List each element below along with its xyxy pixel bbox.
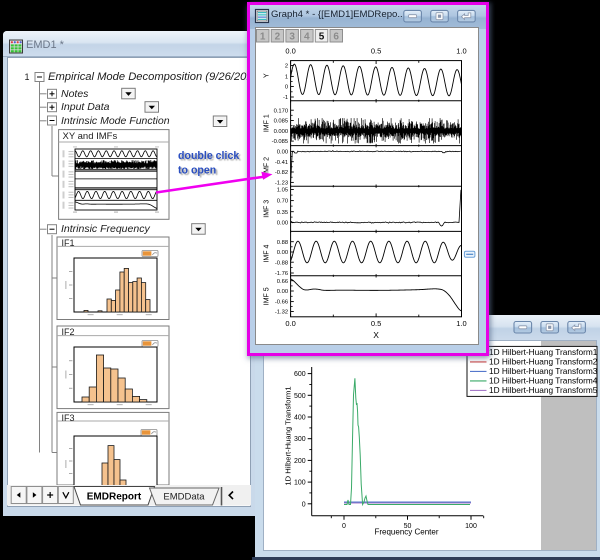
svg-text:0.00: 0.00: [277, 150, 288, 156]
svg-text:1: 1: [260, 32, 266, 43]
svg-text:1D Hilbert-Huang Transform1: 1D Hilbert-Huang Transform1: [284, 386, 293, 485]
svg-text:-1.23: -1.23: [275, 181, 288, 187]
svg-text:EMDReport: EMDReport: [87, 492, 142, 503]
svg-text:-0.82: -0.82: [275, 170, 288, 176]
svg-text:3: 3: [289, 32, 295, 43]
svg-text:100: 100: [465, 523, 477, 530]
svg-text:5: 5: [319, 32, 325, 43]
svg-text:0.70: 0.70: [277, 199, 288, 205]
svg-text:0: 0: [285, 85, 288, 91]
svg-text:1D Hilbert-Huang Transform1: 1D Hilbert-Huang Transform1: [489, 347, 598, 357]
svg-text:0.00: 0.00: [277, 289, 288, 295]
svg-text:0.085: 0.085: [274, 119, 289, 125]
svg-text:-1.76: -1.76: [275, 271, 288, 277]
svg-text:200: 200: [294, 458, 306, 465]
svg-text:500: 500: [294, 393, 306, 400]
svg-text:6: 6: [333, 32, 339, 43]
svg-text:0.5: 0.5: [371, 319, 381, 328]
svg-text:X: X: [373, 330, 379, 340]
svg-text:IMF 4: IMF 4: [264, 245, 271, 263]
svg-text:600: 600: [294, 371, 306, 378]
svg-text:0.35: 0.35: [277, 210, 288, 216]
svg-text:IMF 1: IMF 1: [264, 114, 271, 132]
svg-text:IMF 3: IMF 3: [264, 200, 271, 218]
svg-text:1: 1: [285, 75, 288, 81]
svg-text:-1.32: -1.32: [275, 310, 288, 316]
svg-text:-0.66: -0.66: [275, 300, 288, 306]
svg-text:IMF 5: IMF 5: [264, 287, 271, 305]
svg-text:1D Hilbert-Huang Transform2: 1D Hilbert-Huang Transform2: [489, 357, 598, 367]
svg-text:0.5: 0.5: [371, 47, 381, 56]
svg-text:1.0: 1.0: [456, 47, 466, 56]
svg-text:300: 300: [294, 436, 306, 443]
svg-text:EMDData: EMDData: [163, 492, 205, 503]
svg-text:0.000: 0.000: [274, 129, 289, 135]
svg-text:0.0: 0.0: [285, 47, 295, 56]
svg-text:400: 400: [294, 415, 306, 422]
svg-text:2: 2: [275, 32, 281, 43]
svg-text:-0.41: -0.41: [275, 160, 288, 166]
svg-text:1D Hilbert-Huang Transform3: 1D Hilbert-Huang Transform3: [489, 366, 598, 376]
svg-text:0.00: 0.00: [277, 221, 288, 227]
svg-text:1.05: 1.05: [277, 188, 288, 194]
svg-text:0: 0: [302, 501, 306, 508]
svg-text:4: 4: [304, 32, 310, 43]
svg-text:0.170: 0.170: [274, 108, 289, 114]
svg-text:-1: -1: [283, 95, 288, 101]
svg-text:IMF 2: IMF 2: [264, 157, 271, 175]
svg-text:0.0: 0.0: [285, 319, 295, 328]
svg-text:-0.085: -0.085: [272, 139, 288, 145]
svg-text:Y: Y: [264, 73, 271, 78]
svg-text:100: 100: [294, 480, 306, 487]
svg-text:1D Hilbert-Huang Transform4: 1D Hilbert-Huang Transform4: [489, 376, 598, 386]
svg-text:0.00: 0.00: [277, 250, 288, 256]
svg-text:-0.88: -0.88: [275, 260, 288, 266]
svg-text:1.0: 1.0: [456, 319, 466, 328]
svg-text:2: 2: [285, 64, 288, 70]
svg-text:1D Hilbert-Huang Transform5: 1D Hilbert-Huang Transform5: [489, 385, 598, 395]
svg-text:0: 0: [342, 523, 346, 530]
svg-text:0.88: 0.88: [277, 240, 288, 246]
svg-text:Frequency Center: Frequency Center: [374, 528, 438, 537]
svg-text:0.66: 0.66: [277, 279, 288, 285]
